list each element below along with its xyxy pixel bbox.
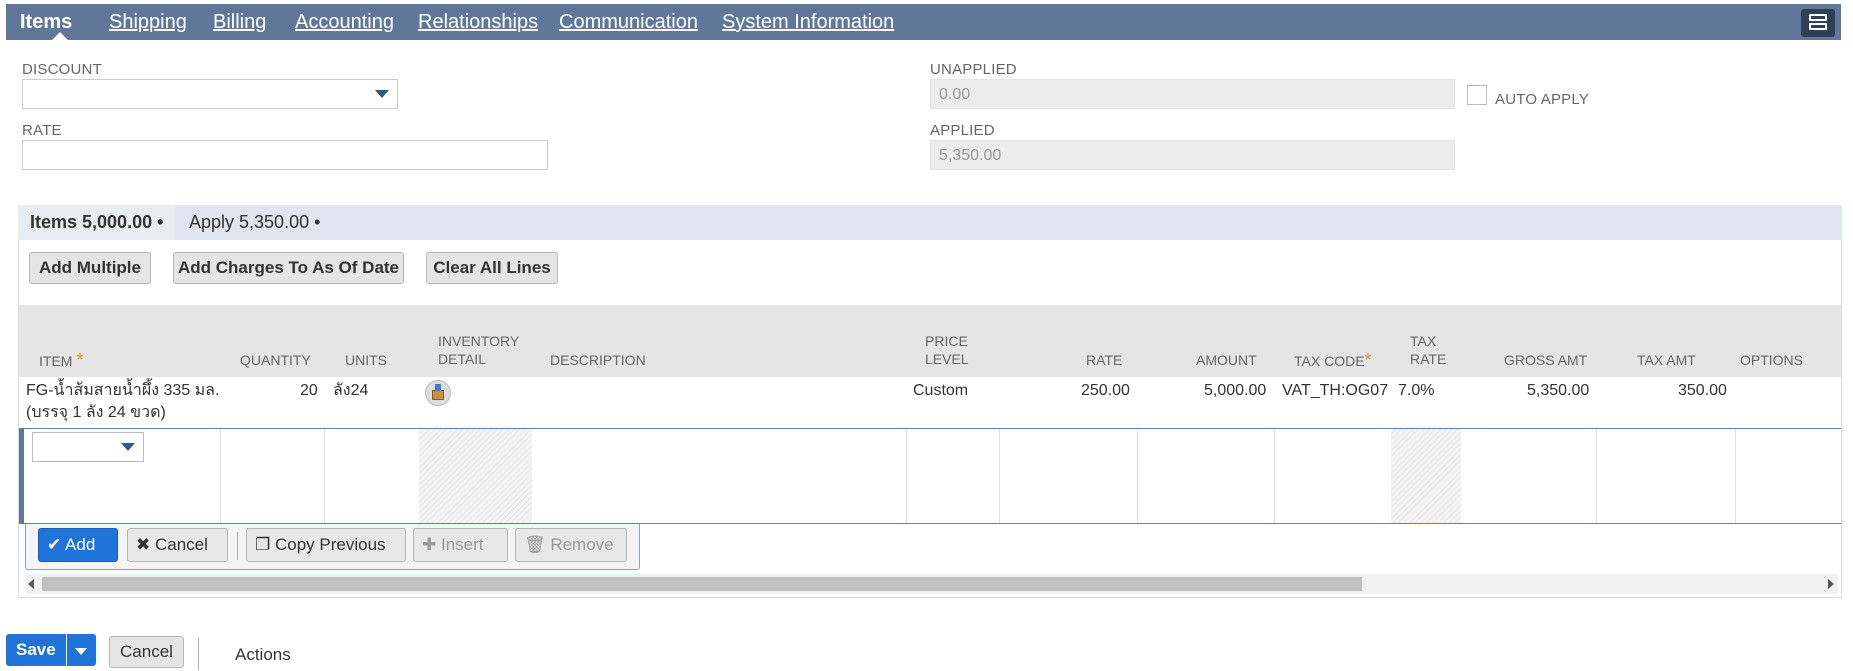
scroll-left-icon[interactable] <box>28 579 34 589</box>
row-rate: 250.00 <box>1081 382 1130 399</box>
row-tax-amt: 350.00 <box>1678 382 1727 399</box>
col-tax-code[interactable]: TAX CODE* <box>1294 351 1372 370</box>
row-price-level: Custom <box>913 382 969 399</box>
save-button[interactable]: Save <box>6 634 66 666</box>
rate-field[interactable] <box>22 140 548 170</box>
save-options-button[interactable] <box>65 634 96 666</box>
edit-line-row[interactable] <box>19 428 1841 524</box>
discount-select[interactable] <box>22 79 398 109</box>
scroll-thumb[interactable] <box>42 577 1362 591</box>
horizontal-scrollbar[interactable] <box>26 574 1838 594</box>
clear-all-lines-button[interactable]: Clear All Lines <box>426 252 558 284</box>
tab-shipping[interactable]: Shipping <box>109 4 187 40</box>
inventory-detail-disabled <box>419 429 532 523</box>
col-tax-amt[interactable]: TAX AMT <box>1637 351 1696 369</box>
row-item: FG-น้ำส้มสายน้ำผึ้ง 335 มล. (บรรจุ 1 ลัง … <box>26 382 220 421</box>
col-inventory-detail[interactable]: INVENTORY DETAIL <box>438 332 519 368</box>
auto-apply-checkbox[interactable] <box>1467 85 1487 105</box>
col-description[interactable]: DESCRIPTION <box>550 351 646 369</box>
row-quantity: 20 <box>300 382 318 399</box>
plus-icon: ✚ <box>422 535 437 554</box>
save-button-group: Save <box>6 634 96 666</box>
col-options[interactable]: OPTIONS <box>1740 351 1803 369</box>
chevron-down-icon <box>121 443 135 451</box>
tab-system-information[interactable]: System Information <box>722 4 894 40</box>
remove-button[interactable]: 🗑 Remove <box>515 528 627 562</box>
line-action-bar: ✔ Add ✖ Cancel ❐ Copy Previous ✚ Insert … <box>25 524 640 570</box>
tab-relationships[interactable]: Relationships <box>418 4 538 40</box>
row-amount: 5,000.00 <box>1204 382 1267 399</box>
col-price-level[interactable]: PRICE LEVEL <box>925 332 969 368</box>
chevron-down-icon <box>375 90 389 98</box>
row-gross-amt: 5,350.00 <box>1527 382 1590 399</box>
col-item[interactable]: ITEM * <box>39 351 83 370</box>
row-tax-code: VAT_TH:OG07 <box>1282 382 1389 399</box>
required-star-icon: * <box>1364 350 1372 370</box>
col-gross-amt[interactable]: GROSS AMT <box>1504 351 1587 369</box>
applied-field: 5,350.00 <box>930 140 1455 170</box>
discount-label: DISCOUNT <box>22 61 102 78</box>
copy-previous-button[interactable]: ❐ Copy Previous <box>246 528 406 562</box>
trash-icon: 🗑 <box>524 535 546 554</box>
add-line-button[interactable]: ✔ Add <box>38 528 118 562</box>
row-tax-rate: 7.0% <box>1398 382 1435 399</box>
col-units[interactable]: UNITS <box>345 351 387 369</box>
active-tab-indicator <box>52 32 68 40</box>
applied-label: APPLIED <box>930 122 995 139</box>
tab-billing[interactable]: Billing <box>213 4 266 40</box>
auto-apply-label: AUTO APPLY <box>1495 91 1589 108</box>
inventory-detail-icon[interactable] <box>425 380 451 406</box>
close-icon: ✖ <box>136 535 151 554</box>
add-multiple-button[interactable]: Add Multiple <box>29 252 151 284</box>
actions-menu[interactable]: Actions <box>235 645 291 665</box>
row-units: ลัง24 <box>333 382 369 399</box>
add-charges-button[interactable]: Add Charges To As Of Date <box>173 252 404 284</box>
chevron-down-icon <box>75 648 88 655</box>
copy-icon: ❐ <box>255 535 271 554</box>
layout-menu-icon[interactable] <box>1801 9 1835 37</box>
grid-header: ITEM * QUANTITY UNITS INVENTORY DETAIL DE… <box>19 305 1841 377</box>
scroll-right-icon[interactable] <box>1828 579 1834 589</box>
tab-accounting[interactable]: Accounting <box>295 4 394 40</box>
subtab-apply[interactable]: Apply 5,350.00 • <box>189 205 320 240</box>
col-quantity[interactable]: QUANTITY <box>240 351 311 369</box>
tax-rate-disabled <box>1391 429 1461 523</box>
col-amount[interactable]: AMOUNT <box>1196 351 1257 369</box>
tab-communication[interactable]: Communication <box>559 4 698 40</box>
unapplied-field: 0.00 <box>930 79 1455 109</box>
cancel-button[interactable]: Cancel <box>109 636 184 668</box>
rate-label: RATE <box>22 122 62 139</box>
subtab-items[interactable]: Items 5,000.00 • <box>18 205 176 240</box>
cancel-line-button[interactable]: ✖ Cancel <box>127 528 228 562</box>
record-tab-bar: Items Shipping Billing Accounting Relati… <box>6 4 1841 40</box>
unapplied-label: UNAPPLIED <box>930 61 1017 78</box>
insert-button[interactable]: ✚ Insert <box>413 528 508 562</box>
check-icon: ✔ <box>47 535 62 554</box>
col-tax-rate[interactable]: TAX RATE <box>1410 332 1446 368</box>
col-rate[interactable]: RATE <box>1086 351 1122 369</box>
subtab-bar: Items 5,000.00 • Apply 5,350.00 • <box>18 205 1842 240</box>
required-star-icon: * <box>76 350 84 370</box>
